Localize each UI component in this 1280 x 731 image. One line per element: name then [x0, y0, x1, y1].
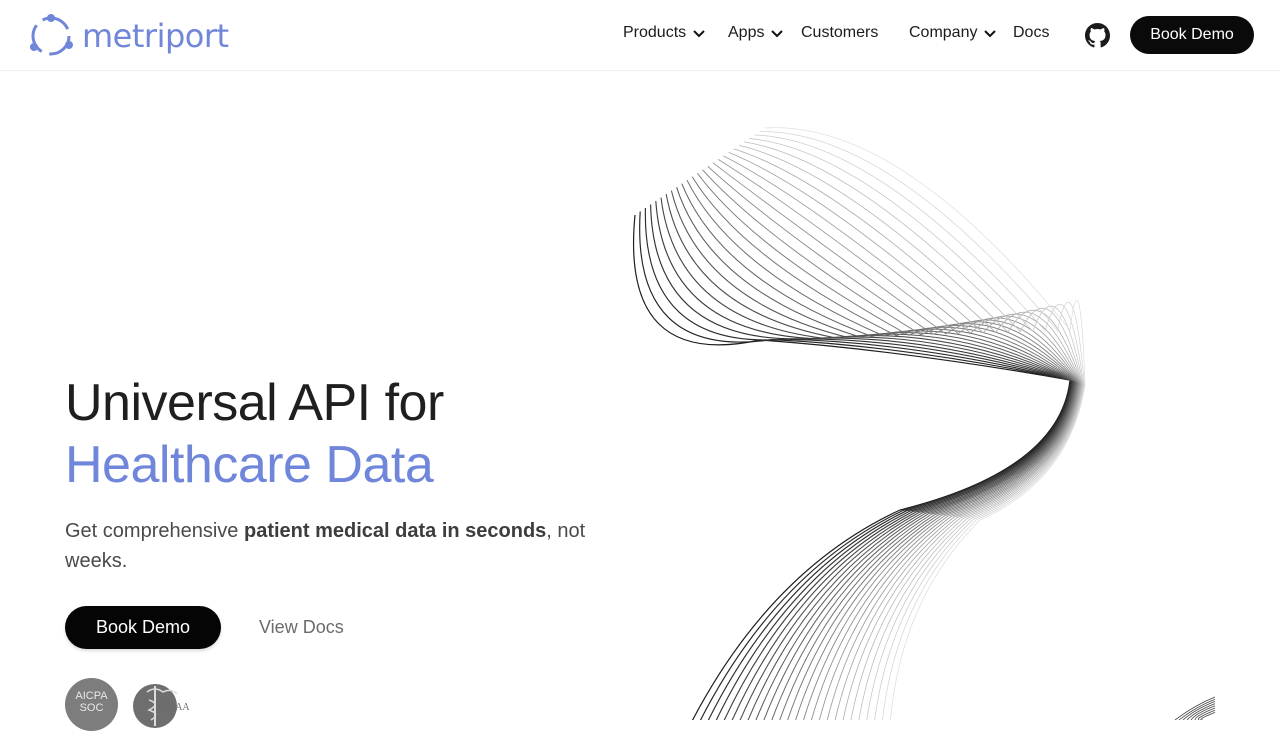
- flowing-lines-illustration: [633, 127, 1216, 720]
- chevron-down-icon: [771, 30, 784, 38]
- chevron-down-icon: [984, 30, 997, 38]
- wave-line: [660, 197, 1074, 720]
- book-demo-button[interactable]: Book Demo: [1130, 16, 1254, 54]
- subtitle-emphasis: patient medical data in seconds: [243, 520, 547, 542]
- nav-item-customers[interactable]: Customers: [801, 24, 878, 42]
- nav-item-label: Docs: [1013, 24, 1050, 41]
- nav-item-label: Company: [909, 24, 978, 41]
- wave-line: [712, 162, 1080, 720]
- hero-subtitle: Get comprehensive patient medical data i…: [65, 516, 605, 576]
- logo-mark-icon: [30, 14, 73, 56]
- wave-line: [707, 165, 1079, 720]
- aicpa-label: AICPA: [75, 690, 108, 702]
- wave-line: [691, 176, 1078, 720]
- soc-label: SOC: [79, 702, 104, 714]
- wave-line: [644, 208, 1072, 720]
- wave-line: [681, 183, 1076, 720]
- wave-line: [733, 148, 1082, 720]
- github-icon[interactable]: [1085, 23, 1110, 48]
- wave-line: [655, 201, 1074, 720]
- chevron-down-icon: [693, 30, 705, 38]
- wave-line: [728, 151, 1082, 720]
- nav-item-label: Customers: [801, 24, 879, 41]
- hero-title-line1: Universal API for: [65, 374, 444, 432]
- hero-title-line2: Healthcare Data: [65, 436, 434, 494]
- hero-book-demo-button[interactable]: Book Demo: [65, 606, 221, 649]
- top-navigation-bar: metriport Products Apps Customers Compan…: [0, 0, 1280, 71]
- view-docs-link[interactable]: View Docs: [259, 606, 344, 649]
- wave-line: [665, 194, 1075, 720]
- nav-item-products[interactable]: Products: [623, 24, 706, 42]
- subtitle-text: Get comprehensive: [65, 520, 244, 542]
- hero-title: Universal API for Healthcare Data: [65, 372, 444, 496]
- wave-line: [764, 127, 1086, 720]
- metriport-logo[interactable]: metriport: [30, 13, 229, 59]
- nav-item-label: Apps: [728, 24, 765, 41]
- hipaa-label: HIPAA: [160, 702, 190, 713]
- aicpa-soc-badge: AICPA SOC: [65, 678, 118, 731]
- wave-line: [697, 172, 1078, 720]
- nav-item-docs[interactable]: Docs: [1013, 24, 1049, 42]
- logo-wordmark: metriport: [82, 17, 229, 55]
- nav-item-company[interactable]: Company: [909, 24, 997, 42]
- wave-line: [749, 138, 1084, 720]
- nav-item-label: Products: [623, 24, 687, 41]
- nav-item-apps[interactable]: Apps: [728, 24, 784, 42]
- wave-line: [738, 145, 1083, 720]
